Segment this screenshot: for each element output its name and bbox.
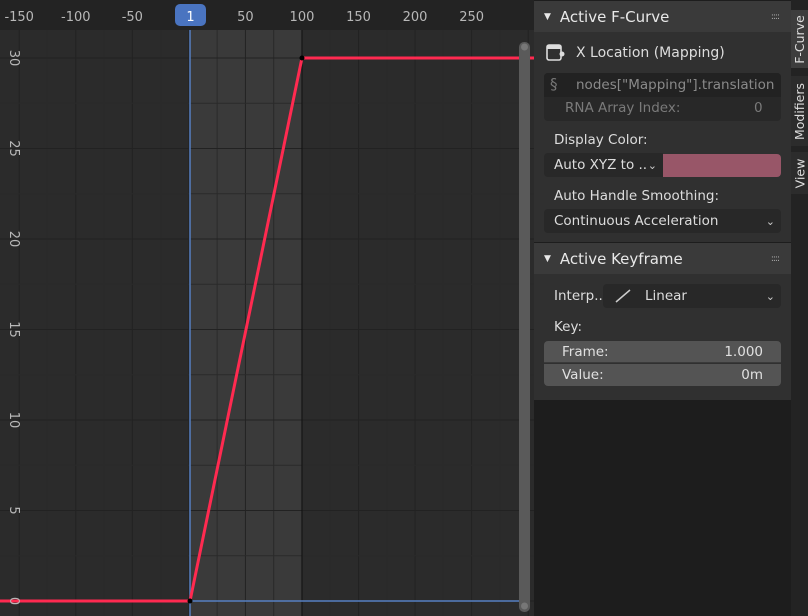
chevron-down-icon: ⌄ (765, 289, 775, 303)
vertical-scrollbar[interactable] (519, 42, 530, 612)
handle-smoothing-label: Auto Handle Smoothing: (554, 188, 720, 204)
active-fcurve-panel: X Location (Mapping) § nodes["Mapping"].… (534, 32, 791, 242)
field-label: Frame: (562, 343, 609, 360)
interpolation-dropdown[interactable]: Linear ⌄ (603, 284, 781, 308)
active-keyframe-header[interactable]: ▼ Active Keyframe :::: (534, 243, 791, 274)
keyframe-point (299, 55, 305, 61)
value-field[interactable]: Value: 0m (544, 364, 781, 386)
tab-label: F-Curve (792, 14, 808, 64)
tab-fcurve[interactable]: F-Curve (791, 10, 808, 68)
x-tick-label: 50 (237, 10, 254, 25)
x-tick-label: 250 (459, 10, 484, 25)
linear-interpolation-icon (615, 289, 631, 303)
panel-title: Active F-Curve (559, 7, 670, 26)
tab-modifiers[interactable]: Modifiers (791, 76, 808, 146)
fcurve-channel-icon (546, 44, 565, 61)
chevron-down-icon: ⌄ (765, 214, 775, 228)
drag-grip-icon[interactable]: :::: (771, 12, 780, 22)
rna-index-value: 0 (754, 100, 763, 116)
y-tick-label: 5 (6, 506, 21, 514)
active-keyframe-panel: Interp.. Linear ⌄ Key: Frame: 1.000 Valu… (534, 274, 791, 400)
tab-view[interactable]: View (791, 152, 808, 194)
display-color-mode-dropdown[interactable]: Auto XYZ to .. ⌄ (544, 153, 663, 177)
y-tick-label: 30 (6, 50, 21, 67)
y-tick-label: 15 (6, 321, 21, 338)
active-fcurve-header[interactable]: ▼ Active F-Curve :::: (534, 1, 791, 32)
sidebar-tabs: F-Curve Modifiers View (791, 0, 808, 616)
channel-name: X Location (Mapping) (576, 45, 725, 61)
dropdown-value: Auto XYZ to .. (554, 157, 648, 173)
current-frame-label: 1 (186, 10, 194, 25)
dropdown-value: Continuous Acceleration (554, 213, 719, 229)
y-tick-label: 10 (6, 412, 21, 429)
x-tick-label: 150 (346, 10, 371, 25)
collapse-triangle-icon: ▼ (544, 11, 551, 22)
x-tick-label: 100 (290, 10, 315, 25)
x-tick-label: -150 (4, 10, 34, 25)
frame-field[interactable]: Frame: 1.000 (544, 341, 781, 363)
graph-editor[interactable]: -150 -100 -50 50 100 150 200 250 1 0 5 10 15 20 25 30 (0, 0, 534, 616)
field-label: Value: (562, 367, 604, 383)
x-tick-label: -100 (61, 10, 91, 25)
field-value: 1.000 (724, 343, 763, 360)
panel-title: Active Keyframe (559, 249, 683, 268)
keyframe-point (187, 598, 193, 604)
field-value: 0m (741, 367, 763, 383)
tab-label: Modifiers (792, 82, 807, 140)
y-tick-label: 25 (6, 140, 21, 157)
scrollbar-handle-top (521, 43, 528, 51)
scrollbar-handle-bottom (521, 602, 528, 610)
display-color-swatch[interactable] (663, 154, 781, 177)
key-label: Key: (554, 319, 583, 335)
rna-icon: § (550, 75, 558, 93)
y-tick-label: 20 (6, 231, 21, 248)
drag-grip-icon[interactable]: :::: (771, 254, 780, 264)
x-tick-label: -50 (122, 10, 143, 25)
data-path-field[interactable]: § nodes["Mapping"].translation (544, 73, 781, 97)
data-path-text: nodes["Mapping"].translation (576, 77, 775, 93)
y-tick-label: 0 (6, 597, 21, 605)
handle-smoothing-dropdown[interactable]: Continuous Acceleration ⌄ (544, 209, 781, 233)
interpolation-label: Interp.. (554, 288, 603, 304)
x-tick-label: 200 (403, 10, 428, 25)
tab-label: View (792, 158, 808, 188)
sidebar: ▼ Active F-Curve :::: X Location (Mappin… (534, 0, 791, 616)
display-color-label: Display Color: (554, 132, 648, 148)
collapse-triangle-icon: ▼ (544, 253, 551, 264)
chevron-down-icon: ⌄ (647, 158, 657, 172)
graph-canvas[interactable]: -150 -100 -50 50 100 150 200 2501051015202530 (0, 0, 534, 616)
dropdown-value: Linear (645, 288, 687, 304)
rna-index-label: RNA Array Index: (565, 100, 681, 116)
